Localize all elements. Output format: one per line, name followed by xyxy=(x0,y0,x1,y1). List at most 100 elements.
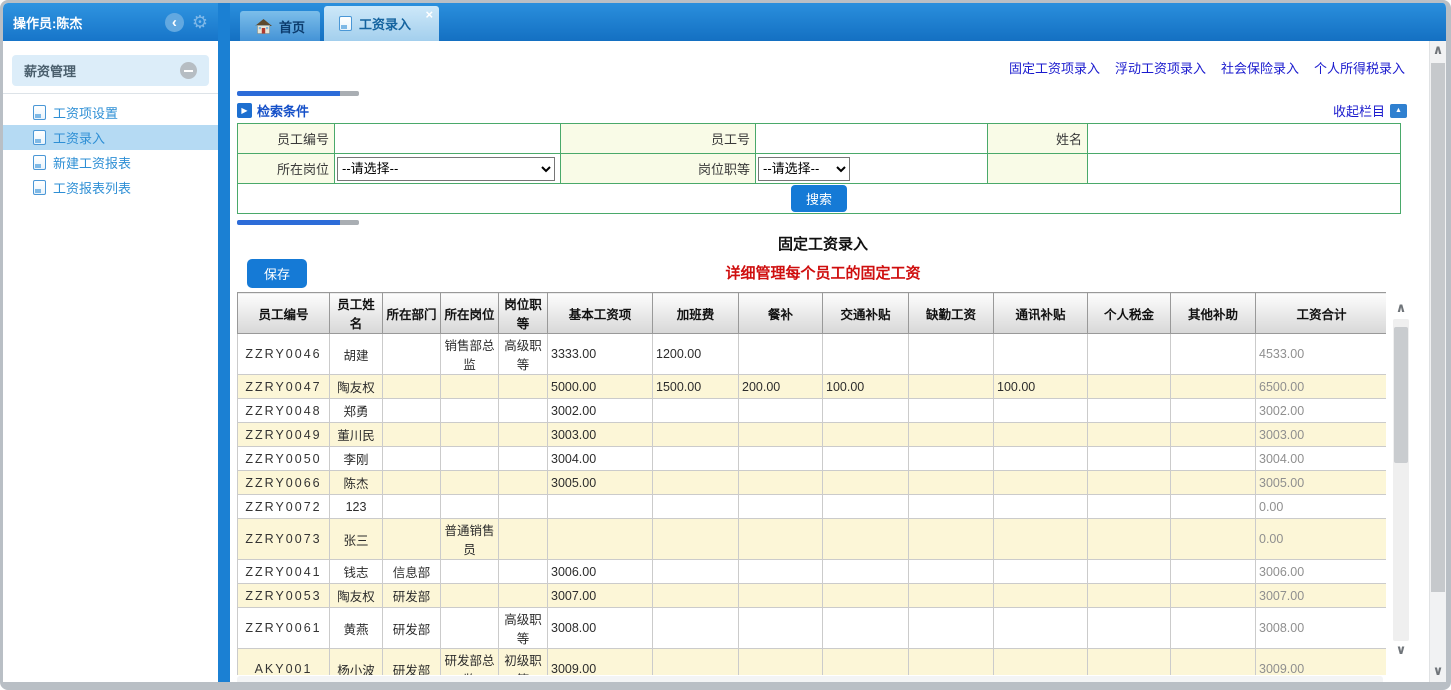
cell-base-salary[interactable]: 3007.00 xyxy=(548,584,653,608)
cell-base-salary[interactable]: 3005.00 xyxy=(548,471,653,495)
cell-overtime-pay[interactable] xyxy=(653,584,739,608)
cell-base-salary[interactable] xyxy=(548,495,653,519)
cell-other-allowance[interactable] xyxy=(1171,584,1256,608)
cell-other-allowance[interactable] xyxy=(1171,471,1256,495)
page-scroll-track[interactable] xyxy=(1430,61,1446,662)
scroll-right-icon[interactable]: › xyxy=(1372,676,1377,682)
cell-base-salary[interactable]: 3003.00 xyxy=(548,423,653,447)
cell-base-salary[interactable]: 3008.00 xyxy=(548,608,653,649)
cell-other-allowance[interactable] xyxy=(1171,375,1256,399)
cell-transport-allowance[interactable] xyxy=(823,334,909,375)
cell-transport-allowance[interactable] xyxy=(823,584,909,608)
link-fixed-salary-item-entry[interactable]: 固定工资项录入 xyxy=(1009,61,1100,76)
cell-meal-allowance[interactable] xyxy=(739,584,823,608)
cell-absence-deduction[interactable] xyxy=(909,649,994,676)
cell-transport-allowance[interactable] xyxy=(823,560,909,584)
cell-absence-deduction[interactable] xyxy=(909,334,994,375)
cell-communication-allowance[interactable] xyxy=(994,495,1088,519)
cell-overtime-pay[interactable] xyxy=(653,519,739,560)
cell-personal-tax[interactable] xyxy=(1088,447,1171,471)
tab-salary-entry[interactable]: 工资录入 × xyxy=(324,6,439,41)
cell-base-salary[interactable]: 3002.00 xyxy=(548,399,653,423)
collapse-sidebar-icon[interactable]: ‹ xyxy=(165,13,184,32)
cell-absence-deduction[interactable] xyxy=(909,560,994,584)
sidebar-item-salary-report-list[interactable]: 工资报表列表 xyxy=(3,175,218,200)
cell-absence-deduction[interactable] xyxy=(909,471,994,495)
cell-personal-tax[interactable] xyxy=(1088,375,1171,399)
cell-personal-tax[interactable] xyxy=(1088,519,1171,560)
scroll-left-icon[interactable]: ‹ xyxy=(243,676,248,682)
collapse-panel-link[interactable]: 收起栏目 xyxy=(1333,101,1385,120)
cell-absence-deduction[interactable] xyxy=(909,608,994,649)
emp-no-input[interactable] xyxy=(756,126,987,152)
cell-communication-allowance[interactable] xyxy=(994,560,1088,584)
cell-absence-deduction[interactable] xyxy=(909,375,994,399)
cell-personal-tax[interactable] xyxy=(1088,399,1171,423)
page-scroll-down-icon[interactable]: ∨ xyxy=(1430,662,1446,682)
cell-overtime-pay[interactable] xyxy=(653,423,739,447)
cell-base-salary[interactable]: 3333.00 xyxy=(548,334,653,375)
save-button[interactable]: 保存 xyxy=(247,259,307,288)
cell-overtime-pay[interactable] xyxy=(653,608,739,649)
cell-absence-deduction[interactable] xyxy=(909,519,994,560)
cell-personal-tax[interactable] xyxy=(1088,584,1171,608)
cell-communication-allowance[interactable] xyxy=(994,447,1088,471)
cell-transport-allowance[interactable] xyxy=(823,649,909,676)
cell-meal-allowance[interactable] xyxy=(739,519,823,560)
cell-overtime-pay[interactable] xyxy=(653,560,739,584)
cell-transport-allowance[interactable] xyxy=(823,471,909,495)
cell-absence-deduction[interactable] xyxy=(909,584,994,608)
sidebar-group-header[interactable]: 薪资管理 xyxy=(12,55,209,86)
cell-transport-allowance[interactable] xyxy=(823,447,909,471)
cell-other-allowance[interactable] xyxy=(1171,649,1256,676)
cell-other-allowance[interactable] xyxy=(1171,495,1256,519)
table-vertical-scrollbar[interactable]: ∧ ∨ xyxy=(1393,299,1409,661)
cell-meal-allowance[interactable] xyxy=(739,471,823,495)
cell-overtime-pay[interactable]: 1200.00 xyxy=(653,334,739,375)
cell-overtime-pay[interactable]: 1500.00 xyxy=(653,375,739,399)
page-scroll-thumb[interactable] xyxy=(1431,63,1445,592)
cell-meal-allowance[interactable] xyxy=(739,399,823,423)
name-input[interactable] xyxy=(1088,126,1400,152)
page-vertical-scrollbar[interactable]: ∧ ∨ xyxy=(1429,41,1446,682)
cell-other-allowance[interactable] xyxy=(1171,560,1256,584)
cell-meal-allowance[interactable] xyxy=(739,423,823,447)
scroll-thumb[interactable] xyxy=(1394,327,1408,463)
scroll-track[interactable] xyxy=(1393,319,1409,641)
cell-communication-allowance[interactable]: 100.00 xyxy=(994,375,1088,399)
position-select[interactable]: --请选择-- xyxy=(337,157,555,181)
cell-personal-tax[interactable] xyxy=(1088,495,1171,519)
sidebar-item-salary-item-setup[interactable]: 工资项设置 xyxy=(3,100,218,125)
collapse-panel-icon[interactable]: ▲ xyxy=(1390,104,1407,118)
cell-communication-allowance[interactable] xyxy=(994,334,1088,375)
cell-meal-allowance[interactable] xyxy=(739,608,823,649)
cell-absence-deduction[interactable] xyxy=(909,423,994,447)
cell-other-allowance[interactable] xyxy=(1171,519,1256,560)
cell-personal-tax[interactable] xyxy=(1088,423,1171,447)
cell-communication-allowance[interactable] xyxy=(994,519,1088,560)
cell-transport-allowance[interactable] xyxy=(823,519,909,560)
scroll-up-icon[interactable]: ∧ xyxy=(1393,299,1409,319)
cell-base-salary[interactable]: 3006.00 xyxy=(548,560,653,584)
cell-overtime-pay[interactable] xyxy=(653,495,739,519)
cell-meal-allowance[interactable] xyxy=(739,649,823,676)
cell-meal-allowance[interactable] xyxy=(739,447,823,471)
cell-other-allowance[interactable] xyxy=(1171,334,1256,375)
sidebar-item-new-salary-report[interactable]: 新建工资报表 xyxy=(3,150,218,175)
cell-other-allowance[interactable] xyxy=(1171,423,1256,447)
scroll-down-icon[interactable]: ∨ xyxy=(1393,641,1409,661)
cell-communication-allowance[interactable] xyxy=(994,584,1088,608)
cell-personal-tax[interactable] xyxy=(1088,560,1171,584)
cell-base-salary[interactable]: 5000.00 xyxy=(548,375,653,399)
cell-other-allowance[interactable] xyxy=(1171,399,1256,423)
cell-meal-allowance[interactable] xyxy=(739,495,823,519)
cell-transport-allowance[interactable] xyxy=(823,399,909,423)
cell-meal-allowance[interactable] xyxy=(739,560,823,584)
cell-communication-allowance[interactable] xyxy=(994,423,1088,447)
cell-communication-allowance[interactable] xyxy=(994,649,1088,676)
cell-meal-allowance[interactable]: 200.00 xyxy=(739,375,823,399)
cell-absence-deduction[interactable] xyxy=(909,399,994,423)
sidebar-item-salary-entry[interactable]: 工资录入 xyxy=(3,125,218,150)
cell-overtime-pay[interactable] xyxy=(653,399,739,423)
cell-base-salary[interactable] xyxy=(548,519,653,560)
